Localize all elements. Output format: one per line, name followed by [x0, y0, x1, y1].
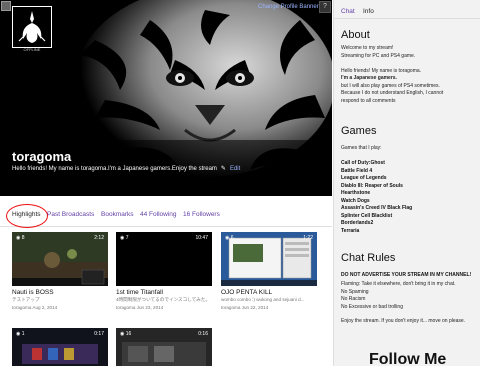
- tab-info[interactable]: Info: [363, 8, 374, 15]
- games-intro: Games that I play:: [341, 145, 382, 151]
- games-list: Call of Duty:Ghost Battle Field 4 League…: [341, 160, 475, 235]
- video-duration: 0:17: [94, 331, 104, 337]
- video-duration: 0:16: [198, 331, 208, 337]
- change-banner-link[interactable]: Change Profile Banner: [258, 4, 319, 10]
- video-card[interactable]: ◉ 8 2:12 Nauti is BOSS テストアップ toragoma A…: [12, 232, 108, 320]
- list-item: Diablo III: Reaper of Souls: [341, 182, 403, 189]
- list-item: Borderlands2: [341, 220, 374, 226]
- list-item: Watch Dogs: [341, 197, 370, 204]
- tab-past-broadcasts[interactable]: Past Broadcasts: [47, 211, 94, 218]
- chat-rules-heading: Chat Rules: [341, 252, 396, 264]
- about-heading: About: [341, 29, 370, 41]
- video-thumbnail[interactable]: ◉ 8 2:12: [12, 232, 108, 286]
- chat-rules-list: Flaming: Take it elsewhere, don't bring …: [341, 281, 475, 311]
- video-thumbnail[interactable]: ◉ 1 0:17: [12, 328, 108, 366]
- edit-link[interactable]: Edit: [230, 166, 240, 172]
- chat-rules-header: DO NOT ADVERTISE YOUR STREAM IN MY CHANN…: [341, 272, 472, 278]
- info-sidebar: Chat Info About Welcome to my stream! St…: [333, 0, 480, 366]
- chat-rules-footer: Enjoy the stream. If you don't enjoy it.…: [341, 318, 466, 324]
- highlight-annotation-circle: [6, 204, 48, 228]
- video-card[interactable]: ◉ 7 10:47 1st time Titanfall 4時間制限がついてるの…: [116, 232, 212, 320]
- eye-icon: ◉: [16, 235, 21, 241]
- video-description: 4時間制限がついてるのでインスコしてみた。: [116, 297, 211, 302]
- view-count: ◉ 1: [16, 331, 25, 337]
- tab-following[interactable]: 44 Following: [140, 211, 177, 218]
- list-item: No Excessive or bad trolling: [341, 303, 403, 310]
- list-item: Terraria: [341, 227, 360, 234]
- list-item: Flaming: Take it elsewhere, don't bring …: [341, 281, 456, 287]
- view-count: ◉ 16: [120, 331, 132, 337]
- list-item: No Racism: [341, 296, 366, 302]
- about-text: Welcome to my stream! Streaming for PC a…: [341, 45, 444, 104]
- video-duration: 1:22: [303, 235, 313, 241]
- profile-banner: Change Profile Banner ? OFFLINE toragoma…: [0, 0, 332, 196]
- video-duration: 2:12: [94, 235, 104, 241]
- list-item: Battle Field 4: [341, 167, 373, 174]
- avatar[interactable]: [12, 6, 52, 48]
- help-button[interactable]: ?: [319, 1, 331, 13]
- list-item: Call of Duty:Ghost: [341, 160, 385, 166]
- video-meta: toragoma Aug 2, 2014: [12, 305, 58, 310]
- video-title[interactable]: 1st time Titanfall: [116, 289, 226, 296]
- pencil-icon[interactable]: ✎: [221, 166, 226, 172]
- tab-chat[interactable]: Chat: [341, 8, 355, 15]
- logo-icon: [18, 11, 46, 43]
- video-description: wombo combo :) wukong and sejuani d...: [221, 297, 305, 302]
- video-meta: toragoma Jun 22, 2014: [221, 305, 269, 310]
- video-description: テストアップ: [12, 297, 40, 302]
- video-title[interactable]: OJO PENTA KILL: [221, 289, 331, 296]
- list-item: Assasin's Creed IV Black Flag: [341, 205, 413, 211]
- channel-name: toragoma: [12, 149, 72, 164]
- follow-me-heading: Follow Me: [369, 351, 447, 366]
- video-card[interactable]: ◉ 1 0:17: [12, 328, 108, 366]
- eye-icon: ◉: [16, 331, 21, 337]
- games-heading: Games: [341, 125, 377, 137]
- list-item: Splinter Cell Blacklist: [341, 212, 393, 219]
- tab-bookmarks[interactable]: Bookmarks: [101, 211, 134, 218]
- video-title[interactable]: Nauti is BOSS: [12, 289, 122, 296]
- channel-tabs: Highlights Past Broadcasts Bookmarks 44 …: [0, 196, 332, 227]
- channel-main: Change Profile Banner ? OFFLINE toragoma…: [0, 0, 332, 366]
- list-item: No Spaming: [341, 288, 369, 295]
- view-count: ◉ 8: [16, 235, 25, 241]
- tab-followers[interactable]: 16 Followers: [183, 211, 220, 218]
- list-item: Hearthstone: [341, 190, 371, 196]
- view-count: ◉ 7: [120, 235, 129, 241]
- menu-icon[interactable]: [1, 1, 11, 11]
- sidebar-tab-divider: [334, 18, 480, 19]
- list-item: League of Legends: [341, 175, 387, 181]
- video-card[interactable]: ◉ 6 1:22 OJO PENTA KILL wombo combo :) w…: [221, 232, 317, 320]
- video-thumbnail[interactable]: ◉ 7 10:47: [116, 232, 212, 286]
- video-card[interactable]: ◉ 16 0:16: [116, 328, 212, 366]
- view-count: ◉ 6: [225, 235, 234, 241]
- eye-icon: ◉: [120, 235, 125, 241]
- video-thumbnail[interactable]: ◉ 16 0:16: [116, 328, 212, 366]
- video-thumbnail[interactable]: ◉ 6 1:22: [221, 232, 317, 286]
- channel-bio: Hello friends! My name is toragoma.I'm a…: [12, 165, 252, 174]
- offline-status: OFFLINE: [23, 47, 41, 52]
- video-meta: toragoma Jun 23, 2014: [116, 305, 164, 310]
- video-duration: 10:47: [195, 235, 208, 241]
- eye-icon: ◉: [225, 235, 230, 241]
- bio-text: Hello friends! My name is toragoma.I'm a…: [12, 166, 217, 172]
- eye-icon: ◉: [120, 331, 125, 337]
